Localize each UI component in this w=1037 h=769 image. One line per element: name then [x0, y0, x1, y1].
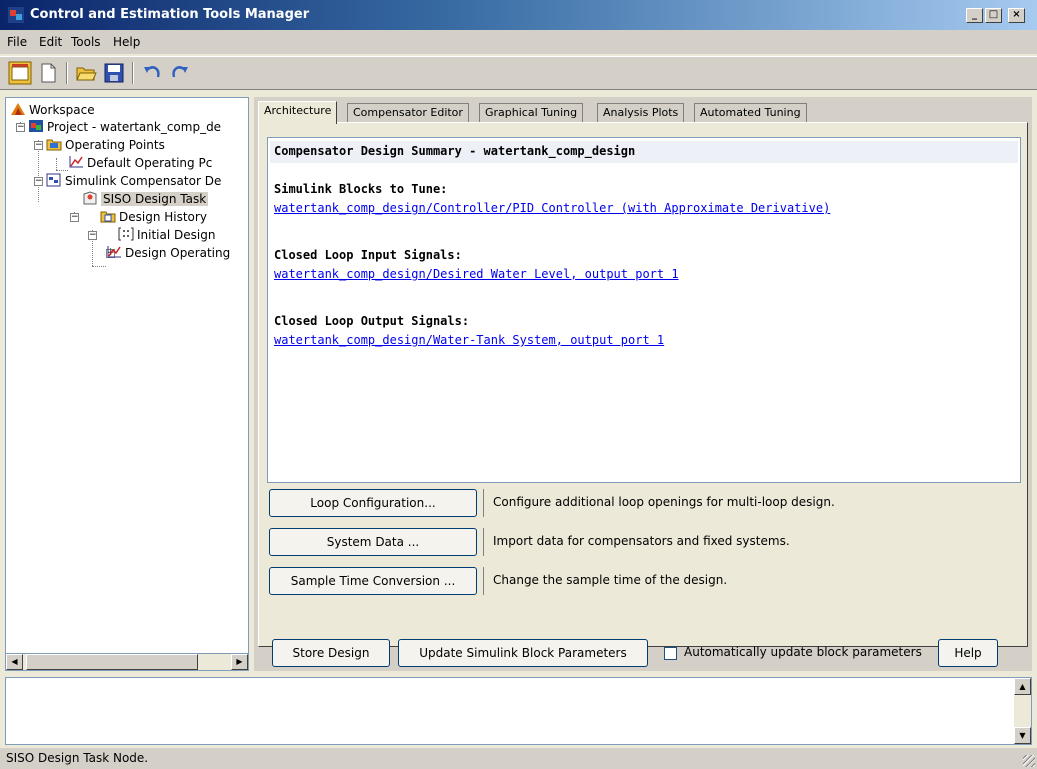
toolbar — [0, 56, 1037, 90]
tree-item-label: Design Operating — [125, 246, 231, 260]
help-button[interactable]: Help — [938, 639, 998, 667]
collapse-icon[interactable]: − — [88, 231, 97, 240]
inputs-link[interactable]: watertank_comp_design/Desired Water Leve… — [274, 267, 679, 281]
bottom-action-bar: Store Design Update Simulink Block Param… — [258, 637, 1028, 671]
tree-item-simulink-compensator[interactable]: Simulink Compensator De — [46, 172, 221, 190]
scroll-right-icon[interactable]: ▶ — [231, 654, 248, 670]
history-icon — [100, 211, 116, 223]
architecture-pane: Compensator Design Summary - watertank_c… — [258, 122, 1028, 647]
menu-bar: File Edit Tools Help — [0, 30, 1037, 54]
message-panel[interactable]: ▲ ▼ — [5, 677, 1032, 745]
collapse-icon[interactable]: − — [34, 177, 43, 186]
tab-automated-tuning[interactable]: Automated Tuning — [694, 103, 807, 123]
maximize-button[interactable]: □ — [985, 8, 1002, 23]
status-text: SISO Design Task Node. — [6, 751, 149, 765]
window-title: Control and Estimation Tools Manager — [30, 7, 310, 22]
separator — [483, 528, 484, 556]
tree-item-label: SISO Design Task — [101, 192, 209, 206]
auto-update-label: Automatically update block parameters — [684, 645, 922, 659]
sample-time-description: Change the sample time of the design. — [493, 573, 728, 587]
loop-configuration-button[interactable]: Loop Configuration... — [269, 489, 477, 517]
tree-item-design-operating[interactable]: Design Operating — [106, 244, 230, 262]
tree-line — [56, 170, 68, 171]
tree-item-design-history[interactable]: Design History — [100, 208, 207, 226]
outputs-link[interactable]: watertank_comp_design/Water-Tank System,… — [274, 333, 664, 347]
inputs-label: Closed Loop Input Signals: — [274, 248, 462, 262]
menu-edit[interactable]: Edit — [39, 35, 62, 49]
minimize-button[interactable]: _ — [966, 8, 983, 23]
new-file-icon[interactable] — [36, 61, 60, 85]
tree-item-operating-points[interactable]: Operating Points — [46, 136, 165, 154]
tree-item-default-operating-point[interactable]: Default Operating Pc — [68, 154, 212, 172]
tree-item-label: Project - watertank_comp_de — [47, 120, 222, 134]
tab-analysis-plots[interactable]: Analysis Plots — [597, 103, 685, 123]
outputs-label: Closed Loop Output Signals: — [274, 314, 470, 328]
toolbar-separator — [132, 62, 134, 84]
blocks-label: Simulink Blocks to Tune: — [274, 182, 448, 196]
scroll-down-icon[interactable]: ▼ — [1014, 727, 1031, 744]
title-bar: Control and Estimation Tools Manager _ □… — [0, 0, 1037, 30]
task-icon — [83, 191, 97, 205]
message-vertical-scrollbar[interactable]: ▲ ▼ — [1014, 678, 1031, 744]
tab-compensator-editor[interactable]: Compensator Editor — [347, 103, 469, 123]
tree-item-label: Default Operating Pc — [87, 156, 213, 170]
status-bar: SISO Design Task Node. — [0, 748, 1037, 769]
tree-item-label: Operating Points — [65, 138, 165, 152]
plot-icon — [107, 246, 121, 258]
store-design-button[interactable]: Store Design — [272, 639, 390, 667]
workspace-tree[interactable]: Workspace − Project - watertank_comp_de … — [5, 97, 249, 671]
collapse-icon[interactable]: − — [34, 141, 43, 150]
tree-item-project[interactable]: Project - watertank_comp_de — [28, 118, 221, 136]
scroll-thumb[interactable] — [26, 654, 198, 670]
redo-icon[interactable] — [168, 61, 192, 85]
app-icon — [8, 7, 24, 23]
compensator-icon — [46, 173, 61, 187]
plot-icon — [69, 156, 83, 168]
update-simulink-button[interactable]: Update Simulink Block Parameters — [398, 639, 648, 667]
system-data-button[interactable]: System Data ... — [269, 528, 477, 556]
tree-item-workspace[interactable]: Workspace — [10, 101, 95, 119]
tab-architecture[interactable]: Architecture — [258, 101, 338, 124]
collapse-icon[interactable]: − — [16, 123, 25, 132]
new-task-icon[interactable] — [8, 61, 32, 85]
collapse-icon[interactable]: − — [70, 213, 79, 222]
summary-header: Compensator Design Summary - watertank_c… — [270, 141, 1018, 163]
menu-tools[interactable]: Tools — [71, 35, 101, 49]
project-icon — [29, 120, 43, 132]
tree-line — [92, 266, 106, 267]
sample-time-conversion-button[interactable]: Sample Time Conversion ... — [269, 567, 477, 595]
scroll-up-icon[interactable]: ▲ — [1014, 678, 1031, 695]
folder-icon — [46, 139, 62, 151]
task-panel: Architecture Compensator Editor Graphica… — [254, 97, 1032, 671]
tree-item-label: Workspace — [29, 103, 95, 117]
workspace-icon — [11, 103, 25, 115]
resize-grip-icon[interactable] — [1023, 755, 1035, 767]
design-icon — [118, 227, 134, 241]
separator — [483, 567, 484, 595]
tree-horizontal-scrollbar[interactable]: ◀ ▶ — [5, 653, 249, 671]
undo-icon[interactable] — [140, 61, 164, 85]
menu-help[interactable]: Help — [113, 35, 140, 49]
tree-line — [56, 158, 57, 170]
tree-item-siso-design-task[interactable]: SISO Design Task — [82, 190, 209, 208]
menu-file[interactable]: File — [7, 35, 27, 49]
tree-item-label: Simulink Compensator De — [65, 174, 222, 188]
tab-graphical-tuning[interactable]: Graphical Tuning — [479, 103, 584, 123]
tree-item-initial-design[interactable]: Initial Design — [118, 226, 215, 244]
blocks-link[interactable]: watertank_comp_design/Controller/PID Con… — [274, 201, 830, 215]
scroll-left-icon[interactable]: ◀ — [6, 654, 23, 670]
separator — [483, 489, 484, 517]
design-summary: Compensator Design Summary - watertank_c… — [267, 137, 1021, 483]
open-icon[interactable] — [74, 61, 98, 85]
tree-item-label: Initial Design — [137, 228, 216, 242]
system-data-description: Import data for compensators and fixed s… — [493, 534, 790, 548]
tree-item-label: Design History — [119, 210, 207, 224]
loop-configuration-description: Configure additional loop openings for m… — [493, 495, 835, 509]
auto-update-checkbox[interactable] — [664, 647, 677, 660]
toolbar-separator — [66, 62, 68, 84]
save-icon[interactable] — [102, 61, 126, 85]
close-button[interactable]: × — [1008, 8, 1025, 23]
